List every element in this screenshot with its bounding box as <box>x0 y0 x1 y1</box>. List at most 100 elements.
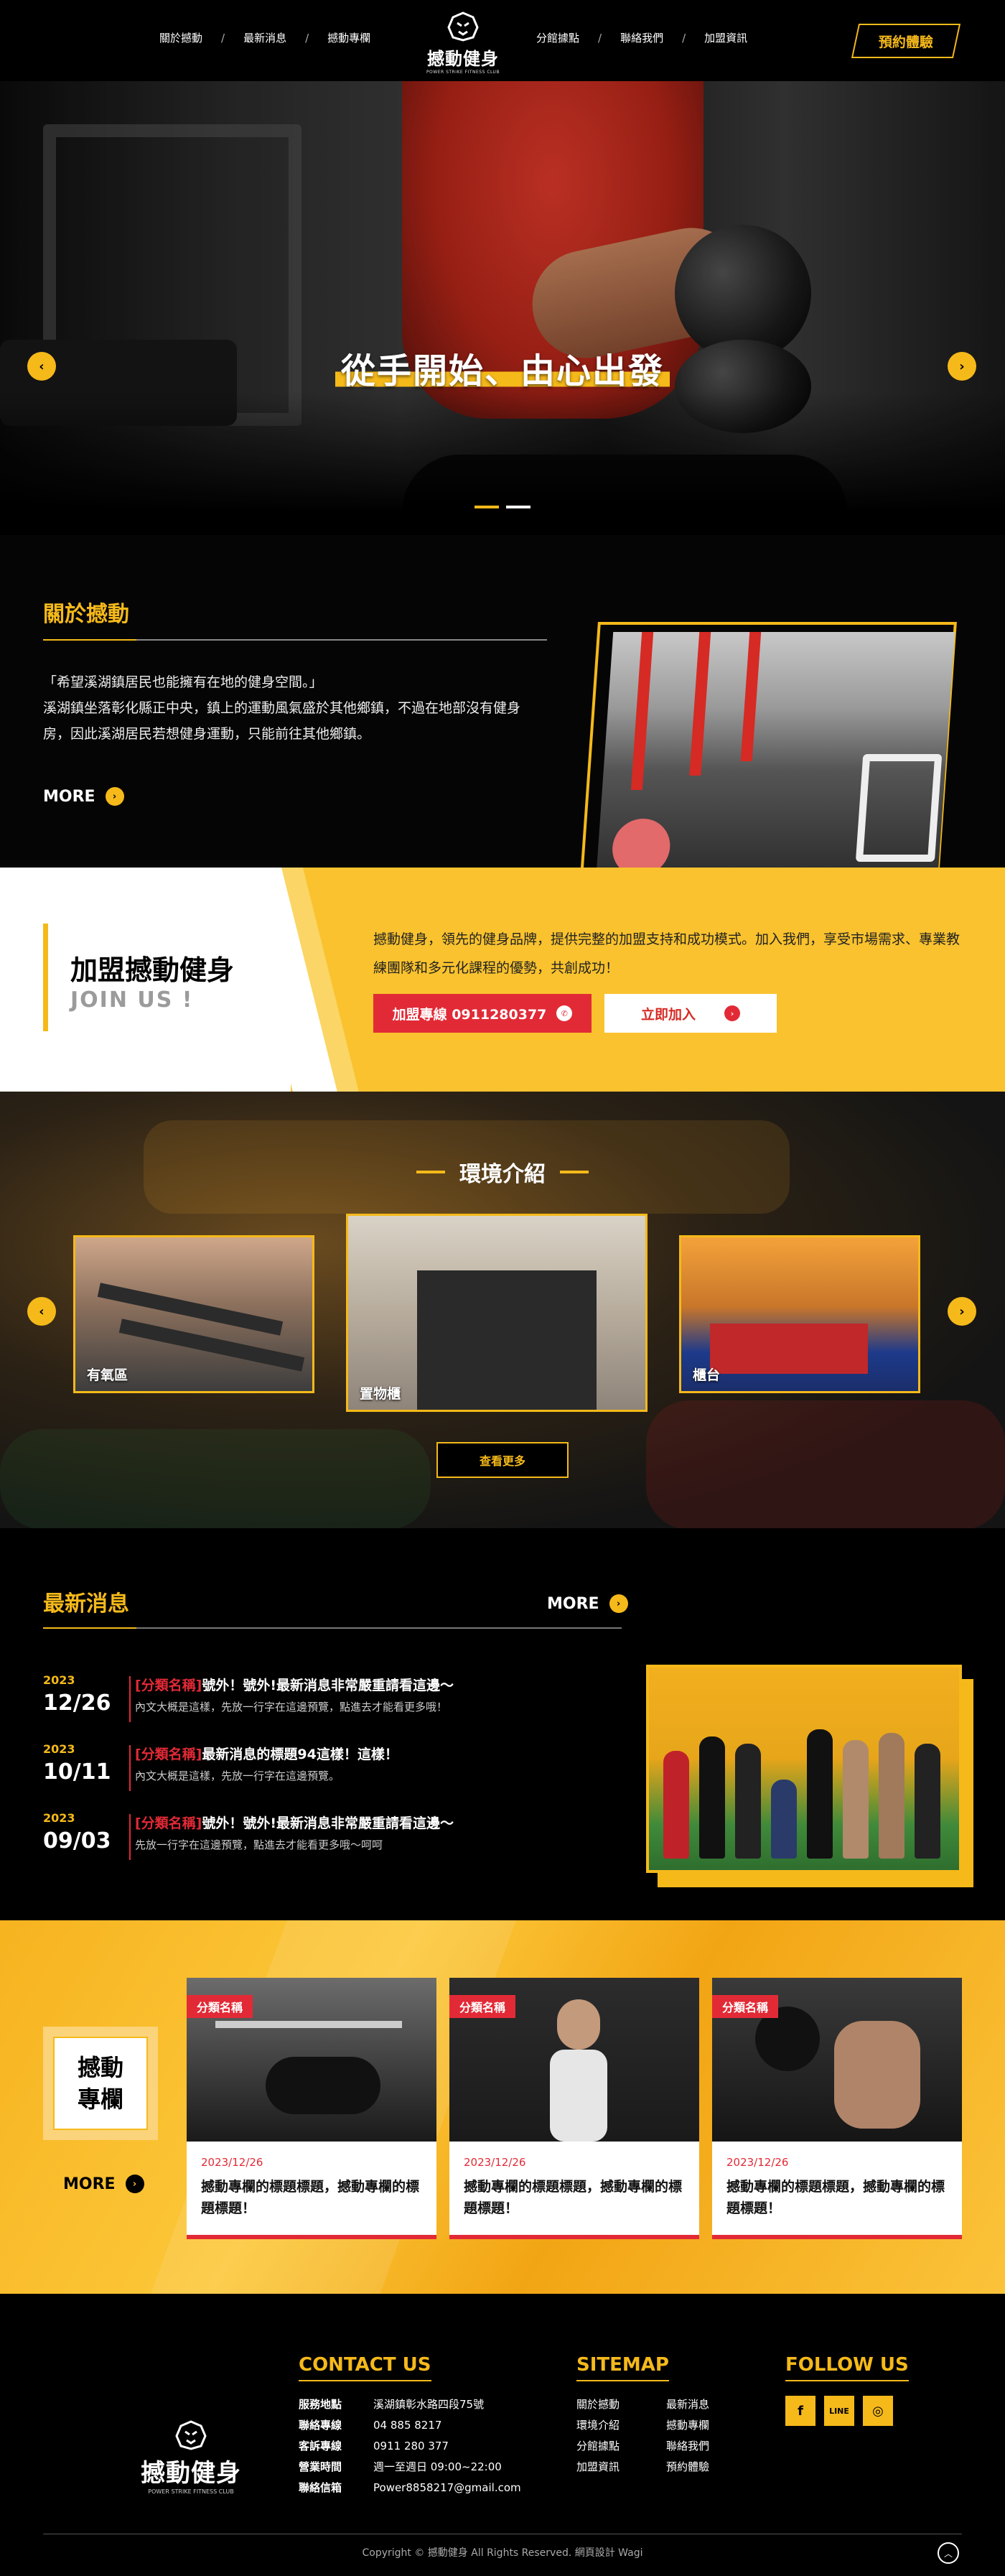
instagram-icon[interactable]: ◎ <box>863 2396 893 2426</box>
news-item[interactable]: 2023 09/03 [分類名稱]號外！號外!最新消息非常嚴重請看這邊～ 先放一… <box>43 1811 632 1869</box>
nav-separator: / <box>598 31 602 45</box>
hero-next-button[interactable]: › <box>948 352 976 381</box>
sitemap-col-1: 關於撼動 環境介紹 分館據點 加盟資訊 <box>576 2394 620 2478</box>
person-shape <box>699 1736 725 1859</box>
hero-shade <box>0 81 1005 535</box>
site-logo[interactable]: 撼動健身 POWER STRIKE FITNESS CLUB <box>424 10 502 75</box>
complaint-phone-link[interactable]: 0911 280 377 <box>373 2440 449 2452</box>
env-card-lockers[interactable]: 置物櫃 <box>346 1214 648 1412</box>
news-category: [分類名稱] <box>135 1747 202 1762</box>
join-now-button[interactable]: 立即加入 › <box>604 994 777 1033</box>
env-next-button[interactable]: › <box>948 1297 976 1326</box>
site-header: 關於撼動 / 最新消息 / 撼動專欄 撼動健身 POWER STRIKE FIT… <box>0 0 1005 81</box>
news-date: 09/03 <box>43 1828 111 1854</box>
about-divider <box>43 639 547 641</box>
footer-logo[interactable]: 撼動健身 POWER STRIKE FITNESS CLUB <box>141 2419 241 2495</box>
title-dash <box>416 1171 445 1173</box>
column-more-label: MORE <box>63 2175 116 2193</box>
sitemap-link[interactable]: 加盟資訊 <box>576 2460 620 2473</box>
sitemap-link[interactable]: 最新消息 <box>666 2398 709 2411</box>
news-section: 最新消息 MORE › 2023 12/26 [分類名稱]號外！號外!最新消息非… <box>0 1528 1005 1920</box>
column-article-card[interactable]: 分類名稱 2023/12/26 撼動專欄的標題標題，撼動專欄的標題標題！ <box>187 1978 436 2239</box>
news-title-line: [分類名稱]號外！號外!最新消息非常嚴重請看這邊～ <box>135 1675 454 1694</box>
column-title-inner: 撼動 專欄 <box>53 2037 148 2130</box>
book-trial-label: 預約體驗 <box>878 34 933 50</box>
follow-title: FOLLOW US <box>785 2354 909 2381</box>
about-more-link[interactable]: MORE › <box>43 787 124 806</box>
nav-item-column[interactable]: 撼動專欄 <box>327 30 370 45</box>
sitemap-link[interactable]: 預約體驗 <box>666 2460 709 2473</box>
franchise-phone-button[interactable]: 加盟專線 0911280377 ✆ <box>373 994 592 1033</box>
footer-logo-subtitle: POWER STRIKE FITNESS CLUB <box>148 2488 234 2495</box>
news-headline: 最新消息的標題94這樣！這樣！ <box>202 1747 398 1762</box>
nav-separator: / <box>221 31 225 45</box>
article-title: 撼動專欄的標題標題，撼動專欄的標題標題！ <box>464 2179 683 2216</box>
arrow-right-circle-icon: › <box>105 787 124 806</box>
news-item[interactable]: 2023 10/11 [分類名稱]最新消息的標題94這樣！這樣！ 內文大概是這樣… <box>43 1742 632 1800</box>
news-title-line: [分類名稱]號外！號外!最新消息非常嚴重請看這邊～ <box>135 1813 454 1832</box>
sitemap-link[interactable]: 撼動專欄 <box>666 2419 709 2432</box>
person-shape <box>915 1744 940 1859</box>
athlete-shape <box>834 2021 920 2129</box>
join-now-label: 立即加入 <box>640 1006 696 1023</box>
back-to-top-button[interactable]: ︿ <box>938 2542 959 2564</box>
nav-item-about[interactable]: 關於撼動 <box>159 30 202 45</box>
news-headline: 號外！號外!最新消息非常嚴重請看這邊～ <box>202 1815 454 1831</box>
book-trial-button[interactable]: 預約體驗 <box>851 24 961 58</box>
news-more-link[interactable]: MORE › <box>547 1594 628 1613</box>
person-shape <box>735 1744 761 1859</box>
sitemap-col-2: 最新消息 撼動專欄 聯絡我們 預約體驗 <box>666 2394 709 2478</box>
hero-banner: 從手開始、由心出發 ‹ › <box>0 81 1005 535</box>
contact-phone-link[interactable]: 04 885 8217 <box>373 2419 441 2432</box>
contact-email-link[interactable]: Power8858217@gmail.com <box>373 2481 521 2494</box>
article-date: 2023/12/26 <box>464 2156 526 2169</box>
contact-row: 服務地點 溪湖鎮彰水路四段75號 <box>299 2394 521 2415</box>
news-divider-line <box>129 1676 131 1722</box>
article-title: 撼動專欄的標題標題，撼動專欄的標題標題！ <box>201 2179 420 2216</box>
article-tag: 分類名稱 <box>449 1995 516 2018</box>
person-shape <box>807 1729 833 1859</box>
social-links: f LINE ◎ <box>785 2396 893 2426</box>
news-divider-line <box>129 1814 131 1860</box>
contact-list: 服務地點 溪湖鎮彰水路四段75號 聯絡專線 04 885 8217 客訴專線 0911… <box>299 2394 521 2498</box>
chevron-right-icon: › <box>959 358 965 374</box>
column-title-line2: 專欄 <box>77 2086 123 2113</box>
hero-dot-1[interactable] <box>475 506 499 508</box>
sitemap-link[interactable]: 聯絡我們 <box>666 2440 709 2452</box>
nav-separator: / <box>305 31 309 45</box>
site-footer: 撼動健身 POWER STRIKE FITNESS CLUB CONTACT U… <box>0 2294 1005 2576</box>
hero-prev-button[interactable]: ‹ <box>27 352 56 381</box>
column-article-card[interactable]: 分類名稱 2023/12/26 撼動專欄的標題標題，撼動專欄的標題標題！ <box>449 1978 699 2239</box>
article-date: 2023/12/26 <box>201 2156 263 2169</box>
env-card-cardio[interactable]: 有氧區 <box>73 1235 314 1393</box>
phone-icon: ✆ <box>556 1005 573 1021</box>
news-title: 最新消息 <box>43 1591 129 1617</box>
contact-row: 營業時間 週一至週日 09:00~22:00 <box>299 2457 521 2478</box>
env-view-more-button[interactable]: 查看更多 <box>436 1442 569 1478</box>
contact-row: 聯絡專線 04 885 8217 <box>299 2415 521 2436</box>
sitemap-link[interactable]: 環境介紹 <box>576 2419 620 2432</box>
news-item[interactable]: 2023 12/26 [分類名稱]號外！號外!最新消息非常嚴重請看這邊～ 內文大… <box>43 1673 632 1731</box>
env-card-caption: 櫃台 <box>693 1367 721 1383</box>
article-bottom-bar <box>712 2235 962 2239</box>
column-article-card[interactable]: 分類名稱 2023/12/26 撼動專欄的標題標題，撼動專欄的標題標題！ <box>712 1978 962 2239</box>
column-more-link[interactable]: MORE › <box>63 2175 144 2193</box>
sitemap-link[interactable]: 關於撼動 <box>576 2398 620 2411</box>
news-summary: 內文大概是這樣，先放一行字在這邊預覽，點進去才能看更多哦！ <box>135 1701 448 1714</box>
env-card-counter[interactable]: 櫃台 <box>679 1235 920 1393</box>
chevron-left-icon: ‹ <box>39 1303 45 1319</box>
facebook-icon[interactable]: f <box>785 2396 815 2426</box>
nav-item-contact[interactable]: 聯絡我們 <box>620 30 663 45</box>
sitemap-link[interactable]: 分館據點 <box>576 2440 620 2452</box>
hero-dot-2[interactable] <box>506 506 530 508</box>
contact-key: 聯絡信箱 <box>299 2481 342 2494</box>
about-more-label: MORE <box>43 787 95 806</box>
env-prev-button[interactable]: ‹ <box>27 1297 56 1326</box>
bench-shape <box>855 754 943 862</box>
person-shape <box>771 1780 797 1859</box>
nav-item-franchise[interactable]: 加盟資訊 <box>704 30 747 45</box>
nav-item-news[interactable]: 最新消息 <box>243 30 286 45</box>
line-icon[interactable]: LINE <box>824 2396 854 2426</box>
news-divider <box>43 1627 622 1629</box>
nav-item-branches[interactable]: 分館據點 <box>536 30 579 45</box>
